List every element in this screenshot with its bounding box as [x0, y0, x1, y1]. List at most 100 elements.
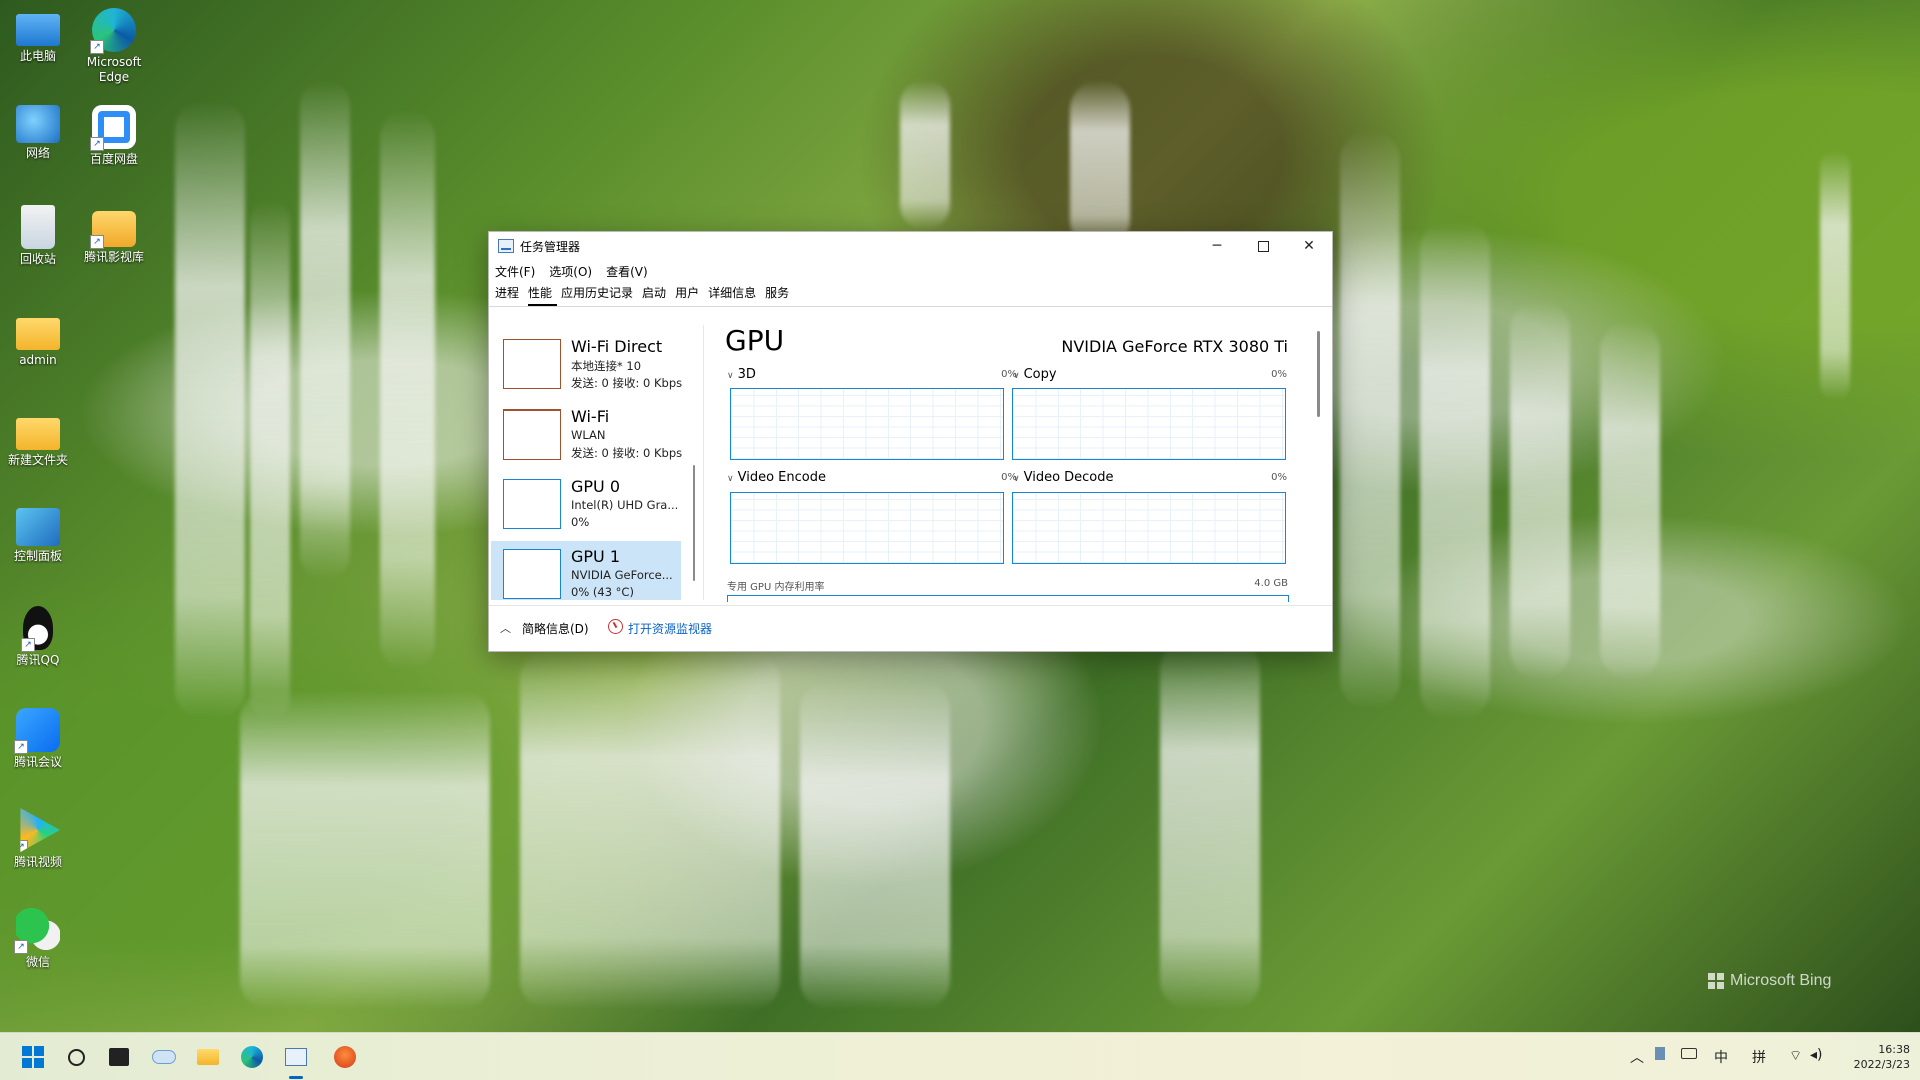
tray-app-icon [1655, 1047, 1665, 1060]
footer-bar: ︿ 简略信息(D) 打开资源监视器 [489, 605, 1332, 651]
tab-users[interactable]: 用户 [675, 284, 704, 306]
desktop-icon-tencent-video-library[interactable]: ↗ 腾讯影视库 [78, 205, 150, 265]
computer-icon [16, 14, 60, 46]
folder-icon [16, 318, 60, 350]
desktop-icon-recycle-bin[interactable]: 回收站 [2, 205, 74, 267]
recycle-bin-icon [21, 205, 55, 249]
resource-list-scrollbar[interactable] [688, 325, 700, 600]
scrollbar-thumb[interactable] [1317, 331, 1320, 417]
waterfall-streak [240, 690, 490, 1010]
engine-selector-video-decode[interactable]: ∨ Video Decode [1013, 470, 1114, 485]
onedrive-taskbar-button[interactable] [148, 1041, 180, 1073]
close-button[interactable]: ✕ [1286, 232, 1332, 260]
wifi-button[interactable]: ⌔ [1789, 1047, 1802, 1065]
task-view-button[interactable] [103, 1041, 135, 1073]
maximize-button[interactable] [1240, 232, 1286, 260]
menu-view[interactable]: 查看(V) [606, 263, 648, 280]
waterfall-streak [800, 680, 950, 1010]
volume-button[interactable]: ◂) [1810, 1047, 1823, 1063]
keyboard-button[interactable] [1681, 1047, 1697, 1063]
chevron-down-icon: ∨ [1013, 474, 1020, 484]
chevron-up-icon[interactable]: ︿ [500, 620, 511, 636]
engine-selector-3d[interactable]: ∨ 3D [727, 367, 756, 382]
menu-options[interactable]: 选项(O) [549, 263, 592, 280]
tray-app-button[interactable] [1655, 1047, 1665, 1064]
tab-services[interactable]: 服务 [765, 284, 794, 306]
folder-video-icon: ↗ [90, 211, 136, 249]
scrollbar-thumb[interactable] [693, 465, 695, 581]
resource-item-gpu-0[interactable]: GPU 0 Intel(R) UHD Gra... 0% [491, 471, 681, 537]
resource-monitor-icon [608, 619, 623, 634]
graph-3d [730, 388, 1004, 460]
resource-name: Wi-Fi Direct [571, 337, 663, 356]
desktop-icon-qq[interactable]: ↗ 腾讯QQ [2, 606, 74, 668]
edge-taskbar-button[interactable] [236, 1041, 268, 1073]
waterfall-streak [900, 80, 950, 230]
tab-details[interactable]: 详细信息 [708, 284, 761, 306]
desktop-icon-label: 腾讯影视库 [83, 250, 144, 264]
start-button[interactable] [17, 1041, 49, 1073]
desktop-icon-label: 控制面板 [13, 549, 62, 563]
qq-penguin-icon: ↗ [21, 606, 53, 652]
desktop-icon-edge[interactable]: ↗ Microsoft Edge [78, 8, 150, 85]
resource-item-gpu-1[interactable]: GPU 1 NVIDIA GeForce... 0% (43 °C) [491, 541, 681, 600]
file-explorer-button[interactable] [192, 1041, 224, 1073]
tab-startup[interactable]: 启动 [642, 284, 671, 306]
folder-icon [197, 1049, 219, 1065]
desktop-icon-new-folder[interactable]: 新建文件夹 [2, 408, 74, 468]
menu-file[interactable]: 文件(F) [495, 263, 535, 280]
desktop-icon-control-panel[interactable]: 控制面板 [2, 508, 74, 564]
desktop-icon-admin[interactable]: admin [2, 308, 74, 368]
desktop-icon-label: 百度网盘 [89, 152, 138, 166]
ime-language-button[interactable]: 中 [1714, 1047, 1728, 1067]
open-resource-monitor-link[interactable]: 打开资源监视器 [628, 620, 712, 637]
chevron-down-icon: ∨ [1013, 371, 1020, 381]
task-view-icon [109, 1048, 129, 1066]
tab-app-history[interactable]: 应用历史记录 [561, 284, 638, 306]
minimize-button[interactable]: ─ [1194, 232, 1240, 260]
fewer-details-link[interactable]: 简略信息(D) [522, 620, 589, 637]
bing-watermark: Microsoft Bing [1708, 972, 1831, 990]
show-hidden-icons-button[interactable]: ︿ [1630, 1047, 1644, 1067]
ime-mode-button[interactable]: 拼 [1752, 1047, 1766, 1067]
keyboard-icon [1681, 1048, 1697, 1059]
desktop-icon-label: 新建文件夹 [7, 453, 68, 467]
clock-time: 16:38 [1878, 1043, 1910, 1056]
desktop-icon-label: 微信 [25, 955, 50, 969]
desktop-icon-tencent-video[interactable]: ↗ 腾讯视频 [2, 808, 74, 870]
speaker-icon: ◂) [1810, 1047, 1823, 1063]
task-manager-window[interactable]: 任务管理器 ─ ✕ 文件(F) 选项(O) 查看(V) 进程 性能 应用历史记录… [488, 231, 1333, 652]
desktop-icon-wechat[interactable]: ↗ 微信 [2, 908, 74, 970]
memory-usage-graph [727, 595, 1289, 602]
task-manager-taskbar-button[interactable] [280, 1041, 312, 1079]
resource-stat: 0% (43 °C) [571, 585, 634, 599]
resource-name: Wi-Fi [571, 407, 610, 426]
bing-watermark-text: Microsoft Bing [1730, 972, 1832, 989]
desktop-icon-network[interactable]: 网络 [2, 105, 74, 161]
app-taskbar-button[interactable] [329, 1041, 361, 1073]
desktop-icon-label: 腾讯QQ [16, 653, 60, 667]
wechat-icon: ↗ [14, 908, 60, 954]
desktop-icon-baidu-netdisk[interactable]: ↗ 百度网盘 [78, 105, 150, 167]
tab-processes[interactable]: 进程 [495, 284, 524, 306]
graph-video-encode [730, 492, 1004, 564]
desktop-icon-label: admin [19, 353, 57, 367]
desktop-icon-label: 此电脑 [19, 49, 56, 63]
resource-item-wifi-direct[interactable]: Wi-Fi Direct 本地连接* 10 发送: 0 接收: 0 Kbps [491, 331, 682, 397]
resource-thumbnail [503, 339, 561, 389]
resource-item-wifi[interactable]: Wi-Fi WLAN 发送: 0 接收: 0 Kbps [491, 401, 682, 467]
detail-scrollbar[interactable] [1313, 325, 1325, 600]
waterfall-streak [250, 200, 290, 720]
engine-selector-copy[interactable]: ∨ Copy [1013, 367, 1057, 382]
close-icon: ✕ [1303, 238, 1315, 254]
panel-divider[interactable] [703, 325, 704, 600]
engine-selector-video-encode[interactable]: ∨ Video Encode [727, 470, 826, 485]
title-bar[interactable]: 任务管理器 ─ ✕ [489, 232, 1332, 260]
clock[interactable]: 16:38 2022/3/23 [1854, 1042, 1910, 1072]
menu-bar: 文件(F) 选项(O) 查看(V) [489, 260, 1332, 282]
desktop-icon-tencent-meeting[interactable]: ↗ 腾讯会议 [2, 708, 74, 770]
resource-subtitle: 本地连接* 10 [571, 359, 642, 373]
desktop-icon-this-pc[interactable]: 此电脑 [2, 8, 74, 64]
tab-performance[interactable]: 性能 [528, 284, 558, 306]
search-button[interactable] [60, 1041, 92, 1073]
